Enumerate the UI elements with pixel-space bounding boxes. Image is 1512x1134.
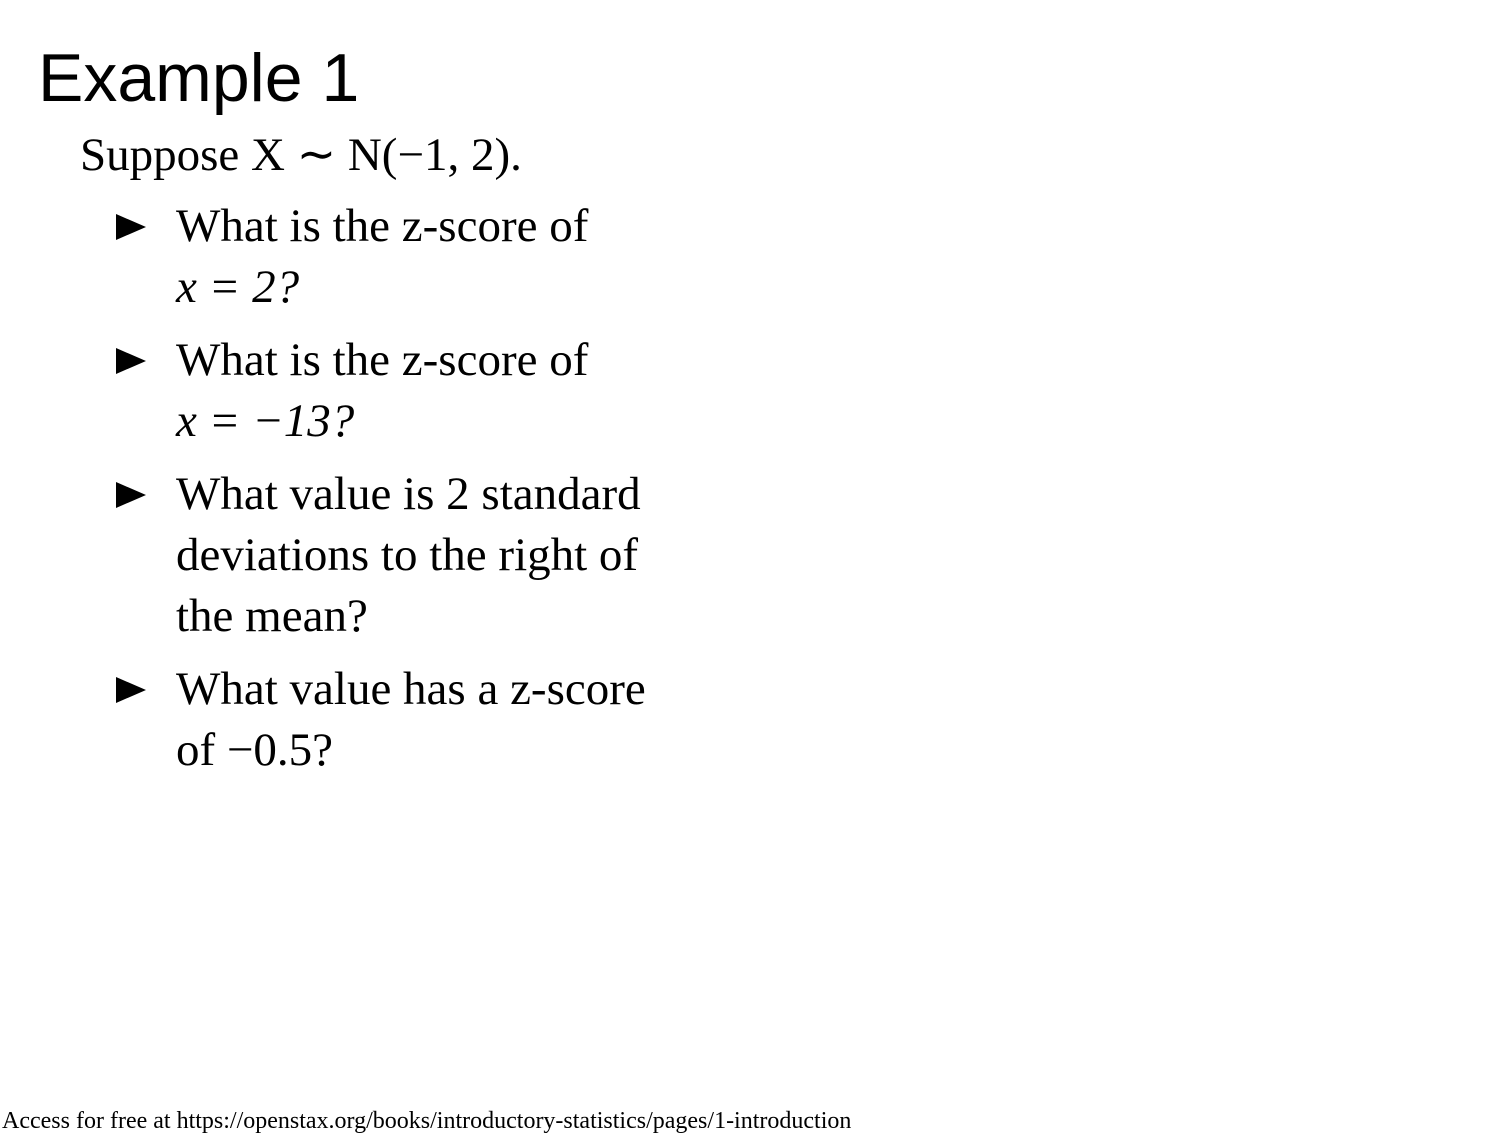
question-line: What value has a z-score <box>176 663 646 715</box>
question-line: What value is 2 standard <box>176 468 641 520</box>
question-item: What is the z-score of x = 2? <box>116 196 736 318</box>
question-line: What is the z-score of <box>176 334 589 386</box>
slide-title: Example 1 <box>38 40 360 116</box>
triangle-right-icon <box>116 196 152 257</box>
question-line: deviations to the right of <box>176 529 639 581</box>
question-item: What is the z-score of x = −13? <box>116 330 736 452</box>
question-line: x = 2? <box>176 261 300 313</box>
triangle-right-icon <box>116 659 152 720</box>
triangle-right-icon <box>116 464 152 525</box>
question-item: What value has a z-score of −0.5? <box>116 659 736 781</box>
question-line: What is the z-score of <box>176 200 589 252</box>
intro-statement: Suppose X ∼ N(−1, 2). <box>80 129 522 181</box>
question-line: the mean? <box>176 590 368 642</box>
question-line: of −0.5? <box>176 724 334 776</box>
triangle-right-icon <box>116 330 152 391</box>
question-list: What is the z-score of x = 2? What is th… <box>116 196 736 793</box>
question-line: x = −13? <box>176 395 355 447</box>
source-footer: Access for free at https://openstax.org/… <box>2 1108 852 1134</box>
question-item: What value is 2 standard deviations to t… <box>116 464 736 647</box>
